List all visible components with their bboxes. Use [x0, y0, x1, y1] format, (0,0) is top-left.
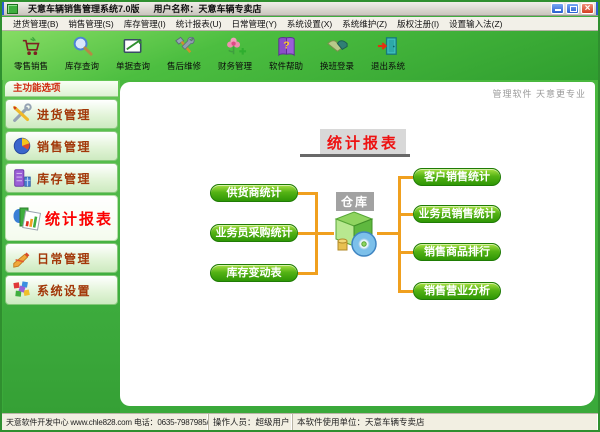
toolbar-after-sales-repair[interactable]: 售后维修 — [159, 34, 209, 72]
repair-tools-icon — [174, 36, 195, 54]
maximize-button[interactable] — [566, 3, 579, 14]
connector-right-stub-4 — [401, 290, 413, 293]
connector-right-stub-3 — [401, 251, 413, 254]
title-underline — [300, 154, 410, 157]
status-bar: 天意软件开发中心 www.chle828.com 电话：0635-7987985… — [2, 413, 598, 430]
report-chart-icon — [13, 207, 41, 231]
connector-right-vertical — [398, 176, 401, 293]
menu-purchase[interactable]: 进货管理(B) — [8, 18, 63, 30]
toolbar-software-help[interactable]: ? 软件帮助 — [261, 34, 311, 72]
retail-cart-icon — [22, 36, 40, 56]
toolbar-finance[interactable]: 财务管理 — [210, 34, 260, 72]
shift-login-icon — [326, 40, 348, 52]
report-button-stock-change[interactable]: 库存变动表 — [210, 264, 298, 282]
title-bar: 天意车辆销售管理系统7.0版 用户名称：天意车辆专卖店 — [2, 2, 598, 16]
window-title: 天意车辆销售管理系统7.0版 — [28, 4, 140, 14]
content-panel: 管理软件 天意更专业 统计报表 供货商统计 业务员采购统计 库存变动表 客户销售… — [120, 82, 595, 406]
menu-inventory[interactable]: 库存管理(I) — [119, 18, 171, 30]
status-license-unit: 本软件使用单位：天意车辆专卖店 — [293, 414, 598, 430]
connector-left-vertical — [315, 192, 318, 275]
page-title: 统计报表 — [320, 129, 407, 156]
menu-reports[interactable]: 统计报表(U) — [171, 18, 227, 30]
settings-blocks-icon — [13, 281, 30, 297]
menu-sales[interactable]: 销售管理(S) — [63, 18, 118, 30]
app-window: 天意车辆销售管理系统7.0版 用户名称：天意车辆专卖店 进货管理(B) 销售管理… — [0, 0, 600, 432]
sales-pie-icon — [13, 137, 31, 155]
report-button-purchaser-stats[interactable]: 业务员采购统计 — [210, 224, 298, 242]
menu-daily[interactable]: 日常管理(Y) — [227, 18, 282, 30]
menu-settings[interactable]: 系统设置(X) — [282, 18, 337, 30]
sidebar-item-daily[interactable]: 日常管理 — [5, 243, 118, 273]
toolbar: 零售销售 库存查询 单据查询 售后维修 财务管理 ? 软件帮助 换班登录 退出系… — [2, 31, 598, 80]
document-query-icon — [123, 38, 142, 54]
toolbar-retail-sales[interactable]: 零售销售 — [6, 34, 56, 72]
main-body: 主功能选项 进货管理 销售管理 库存管理 统计报表 日常管理 系统设置 管理软件… — [2, 80, 598, 413]
toolbar-shift-login[interactable]: 换班登录 — [312, 34, 362, 72]
toolbar-exit-system[interactable]: 退出系统 — [363, 34, 413, 72]
report-button-customer-sales[interactable]: 客户销售统计 — [413, 168, 501, 186]
daily-pen-icon — [13, 252, 30, 268]
help-book-icon: ? — [277, 37, 295, 57]
status-operator: 操作人员：超级用户 — [209, 414, 293, 430]
report-button-business-analysis[interactable]: 销售营业分析 — [413, 282, 501, 300]
report-button-salesman-sales[interactable]: 业务员销售统计 — [413, 205, 501, 223]
toolbar-inventory-query[interactable]: 库存查询 — [57, 34, 107, 72]
sidebar-header: 主功能选项 — [5, 81, 118, 97]
menu-bar: 进货管理(B) 销售管理(S) 库存管理(I) 统计报表(U) 日常管理(Y) … — [2, 17, 598, 31]
purchase-tools-icon — [13, 103, 32, 122]
app-icon — [7, 3, 18, 14]
report-button-supplier-stats[interactable]: 供货商统计 — [210, 184, 298, 202]
tagline: 管理软件 天意更专业 — [492, 89, 586, 99]
sidebar-item-reports[interactable]: 统计报表 — [5, 195, 118, 241]
sidebar-item-sales[interactable]: 销售管理 — [5, 131, 118, 161]
sidebar: 主功能选项 进货管理 销售管理 库存管理 统计报表 日常管理 系统设置 — [3, 80, 120, 413]
finance-flower-icon — [226, 37, 246, 55]
exit-door-icon — [377, 37, 397, 55]
menu-input-method[interactable]: 设置输入法(Z) — [444, 18, 507, 30]
menu-register[interactable]: 版权注册(I) — [392, 18, 444, 30]
sidebar-item-inventory[interactable]: 库存管理 — [5, 163, 118, 193]
svg-text:?: ? — [283, 39, 289, 51]
connector-right-stub-1 — [401, 176, 413, 179]
close-button[interactable] — [581, 3, 594, 14]
toolbar-document-query[interactable]: 单据查询 — [108, 34, 158, 72]
warehouse-box-cd-icon — [334, 211, 377, 257]
status-developer-info: 天意软件开发中心 www.chle828.com 电话：0635-7987985… — [2, 414, 209, 430]
window-controls — [551, 3, 594, 14]
menu-maintenance[interactable]: 系统维护(Z) — [337, 18, 392, 30]
sidebar-item-purchase[interactable]: 进货管理 — [5, 99, 118, 129]
inventory-cabinet-icon — [14, 169, 31, 187]
connector-right-stub-2 — [401, 213, 413, 216]
window-user-label: 用户名称：天意车辆专卖店 — [153, 4, 262, 14]
sidebar-item-settings[interactable]: 系统设置 — [5, 275, 118, 305]
report-button-product-ranking[interactable]: 销售商品排行 — [413, 243, 501, 261]
inventory-search-icon — [73, 36, 93, 56]
minimize-button[interactable] — [551, 3, 564, 14]
